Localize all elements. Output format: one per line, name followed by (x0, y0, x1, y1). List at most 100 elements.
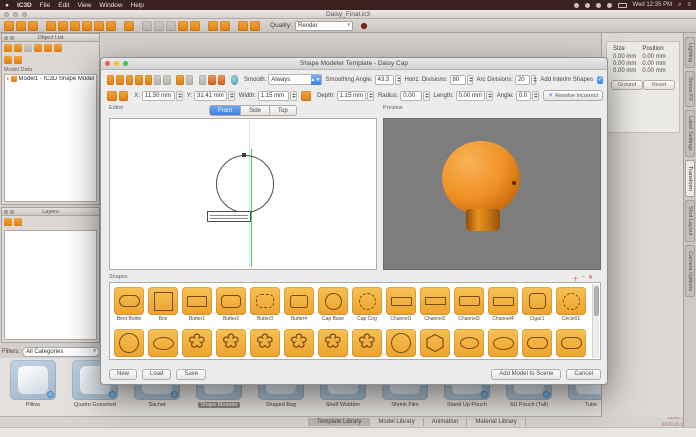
disclosure-triangle-icon[interactable]: ▸ (7, 76, 10, 82)
radius-input[interactable]: 0.00 (400, 91, 421, 101)
angle-stepper[interactable] (532, 91, 539, 101)
shape-tile[interactable]: Circle01 (556, 287, 586, 322)
tab-side[interactable]: Side (241, 106, 270, 115)
zoom-fit-icon[interactable] (135, 75, 142, 85)
side-tab-camera-options[interactable]: Camera Options (685, 245, 695, 297)
x-stepper[interactable] (176, 91, 183, 101)
smoothing-angle-stepper[interactable] (395, 75, 401, 85)
duplicate-object-icon[interactable] (14, 44, 22, 52)
y-stepper[interactable] (228, 91, 235, 101)
pointer-icon[interactable] (46, 21, 56, 31)
save-icon[interactable] (28, 21, 38, 31)
shape-tile[interactable]: Channel3 (454, 287, 484, 322)
shape-tile[interactable] (250, 329, 280, 357)
menu-file[interactable]: File (40, 2, 50, 9)
template-item[interactable]: Pillow (2, 360, 64, 408)
shape-tile[interactable] (148, 329, 178, 357)
zoom-icon[interactable] (58, 21, 68, 31)
quality-select[interactable]: Render ▾ (295, 21, 353, 31)
import-object-icon[interactable] (34, 44, 42, 52)
line-tool-icon[interactable] (199, 75, 206, 85)
add-interim-checkbox[interactable]: ✓ (597, 76, 603, 84)
shape-tile[interactable] (488, 329, 518, 357)
new-icon[interactable] (4, 21, 14, 31)
menu-window[interactable]: Window (99, 2, 122, 9)
erase-icon[interactable] (106, 21, 116, 31)
apple-menu-icon[interactable]: ● (5, 2, 9, 9)
delete-layer-icon[interactable] (14, 218, 22, 226)
scrollbar-thumb[interactable] (594, 286, 599, 316)
undo-icon[interactable] (154, 75, 161, 85)
shape-tile[interactable]: Channel4 (488, 287, 518, 322)
tab-model-library[interactable]: Model Library (370, 418, 423, 426)
add-object-icon[interactable] (4, 44, 12, 52)
shape-tile[interactable] (522, 329, 552, 357)
load-button[interactable]: Load (142, 369, 171, 380)
text-icon[interactable] (178, 21, 188, 31)
grid-snap-icon[interactable] (107, 91, 117, 101)
depth-stepper[interactable] (367, 91, 374, 101)
shape-tile[interactable] (386, 329, 416, 357)
battery-icon[interactable] (618, 3, 627, 8)
shape-tile[interactable]: Butter3 (250, 287, 280, 322)
shape-tile[interactable] (318, 329, 348, 357)
shape-tile[interactable] (216, 329, 246, 357)
bluetooth-icon[interactable] (596, 3, 601, 8)
shape-tile[interactable]: Box (148, 287, 178, 322)
ground-button[interactable]: Ground (611, 80, 643, 90)
curve-tool-icon[interactable] (208, 75, 215, 85)
shape-tile[interactable] (352, 329, 382, 357)
cube-icon[interactable] (208, 21, 218, 31)
redo-icon[interactable] (163, 75, 170, 85)
camera-icon[interactable] (220, 21, 230, 31)
y-input[interactable]: 31.41 mm (194, 91, 227, 101)
pencil-icon[interactable] (301, 91, 311, 101)
folder-open-icon[interactable] (14, 56, 22, 64)
move-point-icon[interactable] (119, 91, 129, 101)
zoom-out-icon[interactable] (126, 75, 133, 85)
shape-tile[interactable] (454, 329, 484, 357)
profile-neck-rect[interactable] (207, 211, 251, 222)
folder-icon[interactable] (4, 56, 12, 64)
shape-tile[interactable]: Cap Base (318, 287, 348, 322)
shape-tile[interactable]: Cap Cog (352, 287, 382, 322)
dialog-title-bar[interactable]: Shape Modeler Template - Daisy Cap (101, 58, 607, 70)
link-object-icon[interactable] (54, 44, 62, 52)
spotlight-search-icon[interactable]: ⌕ (678, 2, 681, 9)
tree-item-model[interactable]: ▸ Model1 - IC3D Shape Model (5, 75, 96, 83)
pan-icon[interactable] (82, 21, 92, 31)
export-object-icon[interactable] (44, 44, 52, 52)
ungroup-icon[interactable] (154, 21, 164, 31)
shape-tile[interactable]: Channel2 (420, 287, 450, 322)
shape-tile[interactable] (420, 329, 450, 357)
side-tab-label-settings[interactable]: Label Settings (685, 110, 695, 157)
shape-tile[interactable]: Butter1 (182, 287, 212, 322)
shape-tile[interactable]: Channel1 (386, 287, 416, 322)
wifi-icon[interactable] (607, 3, 612, 8)
shape-tile[interactable]: Butter4 (284, 287, 314, 322)
mirror-icon[interactable] (124, 21, 134, 31)
open-icon[interactable] (16, 21, 26, 31)
status-icon-1[interactable] (574, 3, 579, 8)
group-icon[interactable] (142, 21, 152, 31)
width-input[interactable]: 1.15 mm (258, 91, 289, 101)
width-stepper[interactable] (290, 91, 297, 101)
shapes-scrollbar[interactable] (592, 284, 599, 358)
side-tab-transform[interactable]: Transform (685, 160, 695, 197)
side-tab-scene-fx[interactable]: Scene FX (685, 71, 695, 107)
new-button[interactable]: New (109, 369, 137, 380)
tab-front[interactable]: Front (210, 106, 241, 115)
smooth-select[interactable]: Always ▲▼ (268, 74, 321, 85)
zoom-region-icon[interactable] (145, 75, 152, 85)
cancel-button[interactable]: Cancel (566, 369, 601, 380)
bezier-tool-icon[interactable] (218, 75, 225, 85)
horiz-divisions-input[interactable]: 80 (450, 75, 466, 85)
shape-tile[interactable] (284, 329, 314, 357)
delete-shape-icon[interactable] (186, 75, 193, 85)
status-icon-2[interactable] (585, 3, 590, 8)
tab-top[interactable]: Top (270, 106, 296, 115)
side-tab-lighting[interactable]: Lighting (685, 37, 695, 68)
shape-tile[interactable]: Cigar1 (522, 287, 552, 322)
tab-animation[interactable]: Animation (424, 418, 468, 426)
shape-tile[interactable] (114, 329, 144, 357)
